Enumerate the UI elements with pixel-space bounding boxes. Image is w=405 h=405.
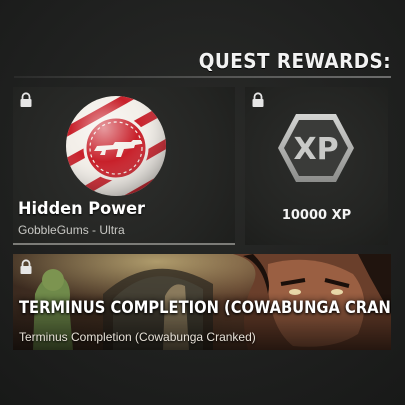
reward-card-xp[interactable]: XP 10000 XP bbox=[245, 87, 388, 245]
reward-card-gobblegum[interactable]: Hidden Power GobbleGums - Ultra bbox=[13, 87, 235, 245]
reward-name: TERMINUS COMPLETION (COWABUNGA CRANKED) bbox=[19, 298, 391, 318]
reward-name: Hidden Power bbox=[18, 199, 146, 219]
reward-rarity: GobbleGums - Ultra bbox=[18, 223, 125, 237]
reward-name: 10000 XP bbox=[281, 208, 352, 223]
reward-card-calling-card[interactable]: TERMINUS COMPLETION (COWABUNGA CRANKED) … bbox=[13, 254, 391, 350]
xp-hexagon-icon: XP bbox=[278, 114, 354, 182]
svg-text:XP: XP bbox=[293, 132, 338, 167]
reward-description: Terminus Completion (Cowabunga Cranked) bbox=[19, 330, 256, 344]
lock-icon bbox=[20, 259, 32, 274]
gobblegum-rifle-icon bbox=[66, 96, 166, 196]
header-divider bbox=[14, 76, 391, 78]
lock-icon bbox=[20, 92, 32, 107]
quest-rewards-title: QUEST REWARDS: bbox=[198, 49, 391, 73]
lock-icon bbox=[252, 92, 264, 107]
